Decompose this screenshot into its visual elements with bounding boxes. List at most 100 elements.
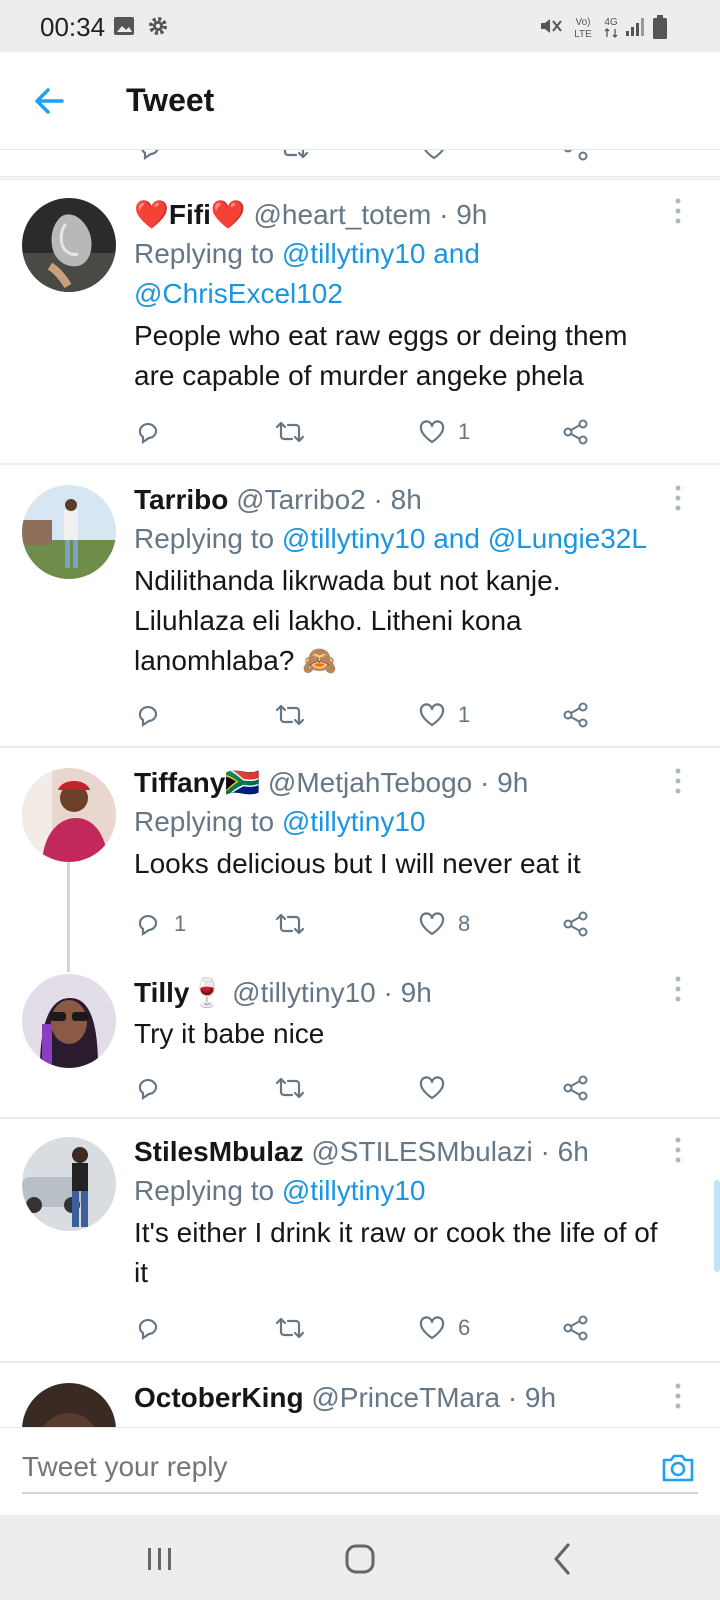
reply-button[interactable] [134,1068,174,1108]
like-button[interactable]: 8 [418,904,470,944]
camera-icon[interactable] [658,1448,698,1488]
share-icon [563,911,588,937]
avatar[interactable] [22,485,116,579]
tweet-actions: 6 [134,1308,614,1348]
tweet-item[interactable]: Tarribo @Tarribo2 · 8h Replying to @till… [0,465,720,746]
more-options-icon[interactable] [670,766,686,796]
reply-icon [138,1079,158,1101]
status-bar: 00:34 Vo) LTE 4G [0,0,720,52]
tweet-text: Ndilithanda likrwada but not kanje. Lilu… [134,565,561,676]
more-options-icon[interactable] [670,1135,686,1165]
mention-link[interactable]: @tillytiny10 [282,806,426,837]
scrollbar-thumb[interactable] [714,1180,720,1272]
volte-icon: Vo) LTE [574,17,592,40]
tweet-time: 6h [557,1136,589,1167]
username[interactable]: @PrinceTMara [311,1382,500,1413]
like-button[interactable]: 1 [418,695,470,735]
retweet-icon[interactable] [278,150,310,162]
tweet-header: ❤️Fifi❤️ @heart_totem · 9h [134,196,670,234]
avatar[interactable] [22,1383,116,1427]
battery-icon [653,15,667,39]
reply-input[interactable] [22,1442,698,1494]
dot-separator: · [507,1382,518,1413]
tweet-header: StilesMbulaz @STILESMbulazi · 6h [134,1133,670,1171]
display-name[interactable]: ❤️Fifi❤️ [134,199,246,230]
reply-icon [138,706,158,728]
back-arrow-icon[interactable] [28,80,70,122]
tweet-item[interactable]: Tilly🍷 @tillytiny10 · 9h Try it babe nic… [0,958,720,1117]
tweet-content: Tarribo @Tarribo2 · 8h Replying to @till… [134,481,670,681]
share-icon[interactable] [562,150,590,162]
mention-link[interactable]: @tillytiny10 and [282,238,480,269]
dot-separator: · [373,484,383,515]
recent-apps-icon[interactable] [140,1539,180,1579]
username[interactable]: @tillytiny10 [232,977,376,1008]
username[interactable]: @STILESMbulazi [311,1136,532,1167]
replying-to: Replying to @tillytiny10 [134,802,670,842]
reply-button[interactable]: 1 [134,904,186,944]
avatar[interactable] [22,768,116,862]
tweet-item[interactable]: ❤️Fifi❤️ @heart_totem · 9h Replying to @… [0,178,720,463]
retweet-icon [275,1317,305,1339]
more-options-icon[interactable] [670,1381,686,1411]
display-name[interactable]: Tiffany🇿🇦 [134,767,260,798]
retweet-button[interactable] [274,1308,318,1348]
retweet-icon [275,421,305,443]
reply-icon [138,915,158,937]
reply-button[interactable] [134,695,174,735]
reply-icon[interactable] [136,150,164,162]
page-title: Tweet [126,82,215,118]
retweet-button[interactable] [274,412,318,452]
home-icon[interactable] [340,1539,380,1579]
svg-text:Vo): Vo) [575,17,590,28]
dot-separator: · [540,1136,550,1167]
share-button[interactable] [562,904,590,944]
reply-count: 1 [174,911,187,936]
like-button[interactable] [418,1068,458,1108]
like-button[interactable]: 1 [418,412,470,452]
tweet-content: OctoberKing @PrinceTMara · 9h [134,1379,670,1417]
replies-feed[interactable]: ❤️Fifi❤️ @heart_totem · 9h Replying to @… [0,150,720,1427]
avatar-image [22,1383,116,1427]
reply-button[interactable] [134,1308,174,1348]
share-button[interactable] [562,695,590,735]
avatar[interactable] [22,1137,116,1231]
gallery-icon [114,17,134,35]
like-icon[interactable] [420,150,448,162]
avatar[interactable] [22,974,116,1068]
like-button[interactable]: 6 [418,1308,470,1348]
mention-link[interactable]: @tillytiny10 [282,1175,426,1206]
like-count: 1 [458,702,471,727]
tweet-item[interactable]: OctoberKing @PrinceTMara · 9h [0,1363,720,1427]
tweet-item[interactable]: Tiffany🇿🇦 @MetjahTebogo · 9h Replying to… [0,748,720,958]
avatar-image [22,768,116,862]
reply-icon [138,423,158,445]
tweet-actions: 1 [134,412,614,452]
share-button[interactable] [562,1068,590,1108]
reply-button[interactable] [134,412,174,452]
display-name[interactable]: StilesMbulaz [134,1136,304,1167]
tweet-item[interactable]: StilesMbulaz @STILESMbulazi · 6h Replyin… [0,1119,720,1361]
display-name[interactable]: Tarribo [134,484,228,515]
username[interactable]: @heart_totem [254,199,432,230]
share-button[interactable] [562,1308,590,1348]
tweet-text: Try it babe nice [134,1018,325,1049]
avatar[interactable] [22,198,116,292]
more-options-icon[interactable] [670,196,686,226]
mention-link[interactable]: @tillytiny10 and @Lungie32L [282,523,647,554]
avatar-image [22,198,116,292]
username[interactable]: @Tarribo2 [236,484,366,515]
tweet-header: OctoberKing @PrinceTMara · 9h [134,1379,670,1417]
retweet-button[interactable] [274,695,318,735]
back-nav-icon[interactable] [544,1539,584,1579]
more-options-icon[interactable] [670,483,686,513]
display-name[interactable]: OctoberKing [134,1382,304,1413]
retweet-button[interactable] [274,1068,318,1108]
display-name[interactable]: Tilly🍷 [134,977,224,1008]
share-button[interactable] [562,412,590,452]
mention-link[interactable]: @ChrisExcel102 [134,278,343,309]
retweet-button[interactable] [274,904,318,944]
more-options-icon[interactable] [670,974,686,1004]
username[interactable]: @MetjahTebogo [268,767,472,798]
dot-separator: · [439,199,449,230]
